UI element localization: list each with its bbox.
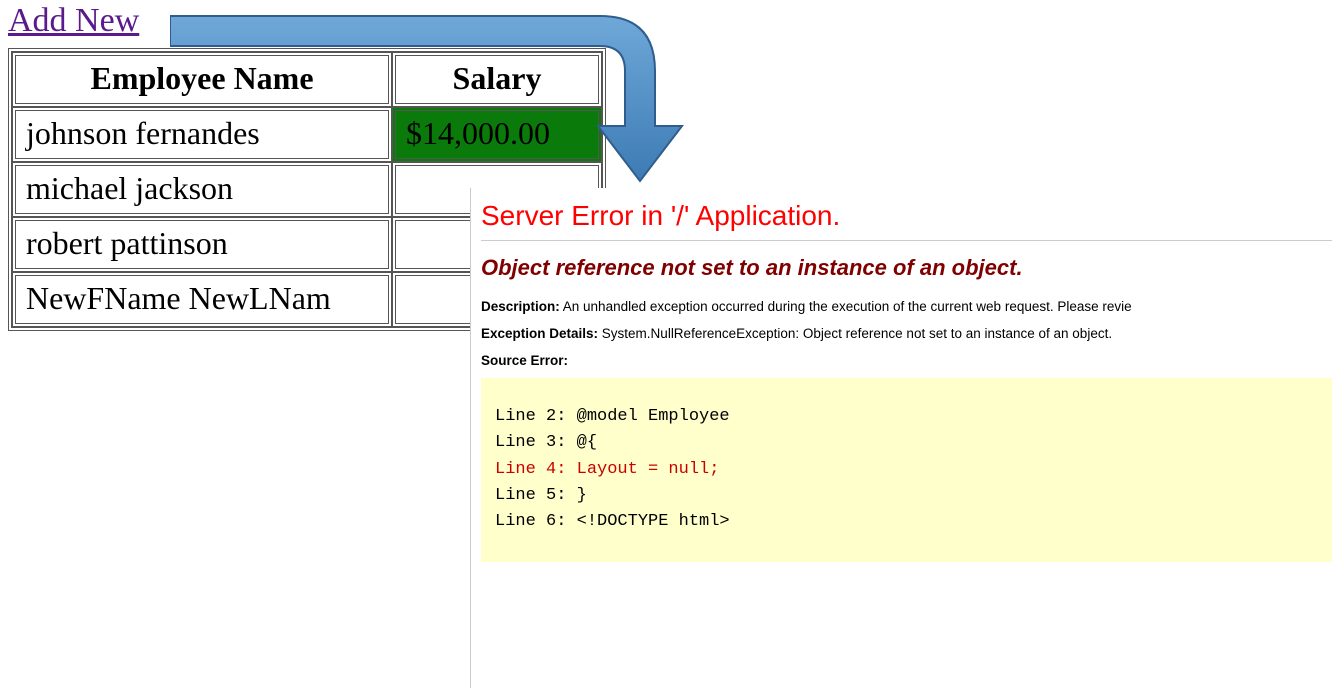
add-new-link[interactable]: Add New bbox=[0, 0, 145, 44]
error-exception-label: Exception Details: bbox=[481, 326, 598, 341]
col-header-salary: Salary bbox=[392, 52, 602, 107]
code-line-error: Line 4: Layout = null; bbox=[495, 457, 1328, 483]
cell-salary: $14,000.00 bbox=[392, 107, 602, 162]
error-exception-details: Exception Details: System.NullReferenceE… bbox=[481, 326, 1332, 341]
error-subtitle: Object reference not set to an instance … bbox=[481, 255, 1332, 281]
col-header-name: Employee Name bbox=[12, 52, 392, 107]
table-header-row: Employee Name Salary bbox=[12, 52, 602, 107]
code-line: Line 5: } bbox=[495, 483, 1328, 509]
source-error-label: Source Error: bbox=[481, 353, 1332, 368]
cell-employee-name: johnson fernandes bbox=[12, 107, 392, 162]
error-description: Description: An unhandled exception occu… bbox=[481, 299, 1332, 314]
error-title: Server Error in '/' Application. bbox=[481, 200, 1332, 232]
divider bbox=[481, 240, 1332, 241]
cell-employee-name: robert pattinson bbox=[12, 217, 392, 272]
cell-employee-name: NewFName NewLNam bbox=[12, 272, 392, 327]
code-line: Line 3: @{ bbox=[495, 430, 1328, 456]
cell-employee-name: michael jackson bbox=[12, 162, 392, 217]
error-exception-text: System.NullReferenceException: Object re… bbox=[602, 326, 1112, 341]
error-description-label: Description: bbox=[481, 299, 560, 314]
error-panel: Server Error in '/' Application. Object … bbox=[470, 188, 1332, 688]
code-line: Line 6: <!DOCTYPE html> bbox=[495, 509, 1328, 535]
error-description-text: An unhandled exception occurred during t… bbox=[563, 299, 1132, 314]
table-row: johnson fernandes $14,000.00 bbox=[12, 107, 602, 162]
code-line: Line 2: @model Employee bbox=[495, 404, 1328, 430]
source-code-box: Line 2: @model Employee Line 3: @{ Line … bbox=[481, 378, 1332, 562]
